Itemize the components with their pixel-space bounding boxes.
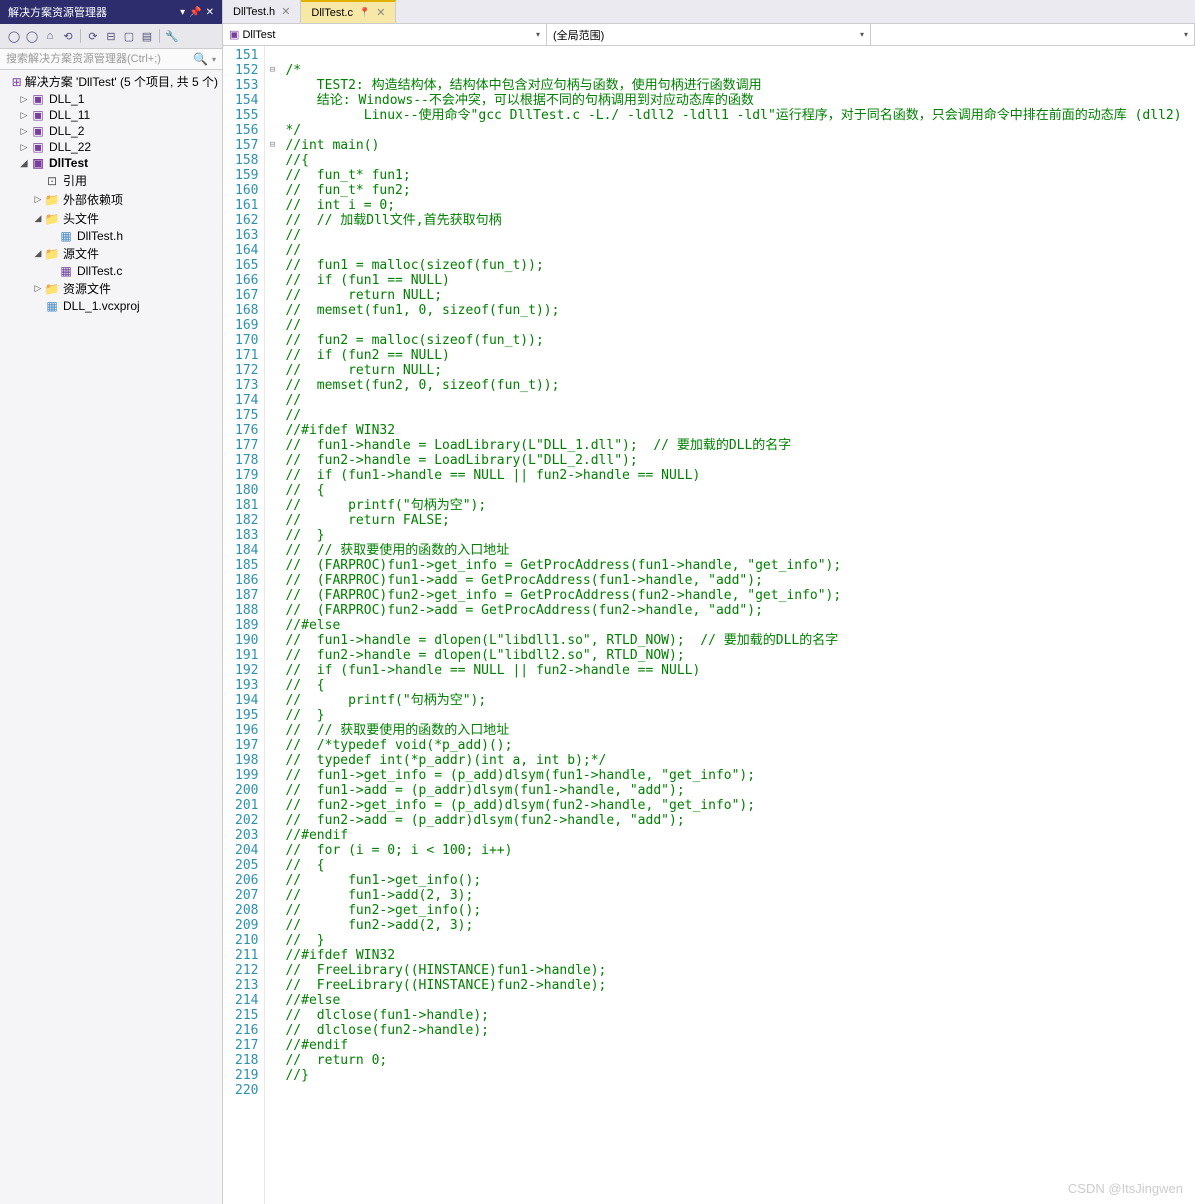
collapse-icon[interactable]: ⊟ (103, 28, 119, 44)
watermark: CSDN @ItsJingwen (1068, 1181, 1183, 1196)
wrench-icon[interactable]: 🔧 (164, 28, 180, 44)
tree-item-DLL_11[interactable]: ▷▣DLL_11 (0, 107, 222, 123)
close-icon[interactable]: ✕ (206, 7, 214, 18)
back-icon[interactable]: ◯ (6, 28, 22, 44)
fold-column[interactable]: ⊟⊟ (265, 46, 279, 1204)
panel-toolbar: ◯ ◯ ⌂ ⟲ ⟳ ⊟ ▢ ▤ 🔧 (0, 24, 222, 49)
tree-item-外部依赖项[interactable]: ▷📁外部依赖项 (0, 190, 222, 209)
properties-icon[interactable]: ▤ (139, 28, 155, 44)
tab-DllTest-h[interactable]: DllTest.h ✕ (223, 0, 301, 23)
tree-item-源文件[interactable]: ◢📁源文件 (0, 244, 222, 263)
editor-area: DllTest.h ✕ DllTest.c 📍 ✕ ▣ DllTest ▾ (全局范围)… (223, 0, 1195, 1204)
tree-item-DLL_22[interactable]: ▷▣DLL_22 (0, 139, 222, 155)
panel-titlebar: 解决方案资源管理器 ▾ 📌 ✕ (0, 0, 222, 24)
tab-label: DllTest.c (311, 7, 353, 19)
search-input[interactable] (6, 53, 189, 65)
tree-item-引用[interactable]: ⊡引用 (0, 171, 222, 190)
panel-title-text: 解决方案资源管理器 (8, 4, 107, 20)
solution-node[interactable]: ⊞解决方案 'DllTest' (5 个项目, 共 5 个) (0, 72, 222, 91)
editor-tabs: DllTest.h ✕ DllTest.c 📍 ✕ (223, 0, 1195, 24)
tree-item-DLL_1.vcxproj[interactable]: ▦DLL_1.vcxproj (0, 298, 222, 314)
tree-item-DLL_2[interactable]: ▷▣DLL_2 (0, 123, 222, 139)
solution-tree: ⊞解决方案 'DllTest' (5 个项目, 共 5 个)▷▣DLL_1▷▣D… (0, 70, 222, 1204)
home-icon[interactable]: ⌂ (42, 28, 58, 44)
close-icon[interactable]: ✕ (281, 5, 290, 18)
chevron-down-icon: ▾ (860, 30, 864, 39)
tab-DllTest-c[interactable]: DllTest.c 📍 ✕ (301, 0, 396, 23)
nav-combos: ▣ DllTest ▾ (全局范围) ▾ ▾ (223, 24, 1195, 46)
search-dropdown-icon[interactable]: ▾ (212, 55, 216, 64)
tree-item-DllTest.c[interactable]: ▦DllTest.c (0, 263, 222, 279)
tree-item-DllTest[interactable]: ◢▣DllTest (0, 155, 222, 171)
project-combo[interactable]: ▣ DllTest ▾ (223, 24, 547, 45)
search-icon[interactable]: 🔍 (193, 52, 208, 66)
tree-item-头文件[interactable]: ◢📁头文件 (0, 209, 222, 228)
forward-icon[interactable]: ◯ (24, 28, 40, 44)
pin-icon[interactable]: 📍 (359, 7, 370, 18)
close-icon[interactable]: ✕ (376, 6, 385, 19)
code-editor[interactable]: 1511521531541551561571581591601611621631… (223, 46, 1195, 1204)
chevron-down-icon: ▾ (536, 30, 540, 39)
dropdown-icon[interactable]: ▾ (180, 7, 185, 18)
code-content[interactable]: /* TEST2: 构造结构体，结构体中包含对应句柄与函数，使用句柄进行函数调用… (279, 46, 1187, 1204)
tree-item-资源文件[interactable]: ▷📁资源文件 (0, 279, 222, 298)
member-combo[interactable]: ▾ (871, 24, 1195, 45)
search-box[interactable]: 🔍 ▾ (0, 49, 222, 70)
sync-icon[interactable]: ⟲ (60, 28, 76, 44)
chevron-down-icon: ▾ (1184, 30, 1188, 39)
line-gutter: 1511521531541551561571581591601611621631… (223, 46, 265, 1204)
showall-icon[interactable]: ▢ (121, 28, 137, 44)
solution-explorer-panel: 解决方案资源管理器 ▾ 📌 ✕ ◯ ◯ ⌂ ⟲ ⟳ ⊟ ▢ ▤ 🔧 🔍 ▾ ⊞解… (0, 0, 223, 1204)
tree-item-DLL_1[interactable]: ▷▣DLL_1 (0, 91, 222, 107)
scope-combo[interactable]: (全局范围) ▾ (547, 24, 871, 45)
tree-item-DllTest.h[interactable]: ▦DllTest.h (0, 228, 222, 244)
refresh-icon[interactable]: ⟳ (85, 28, 101, 44)
pin-icon[interactable]: 📌 (189, 7, 201, 18)
tab-label: DllTest.h (233, 6, 275, 18)
